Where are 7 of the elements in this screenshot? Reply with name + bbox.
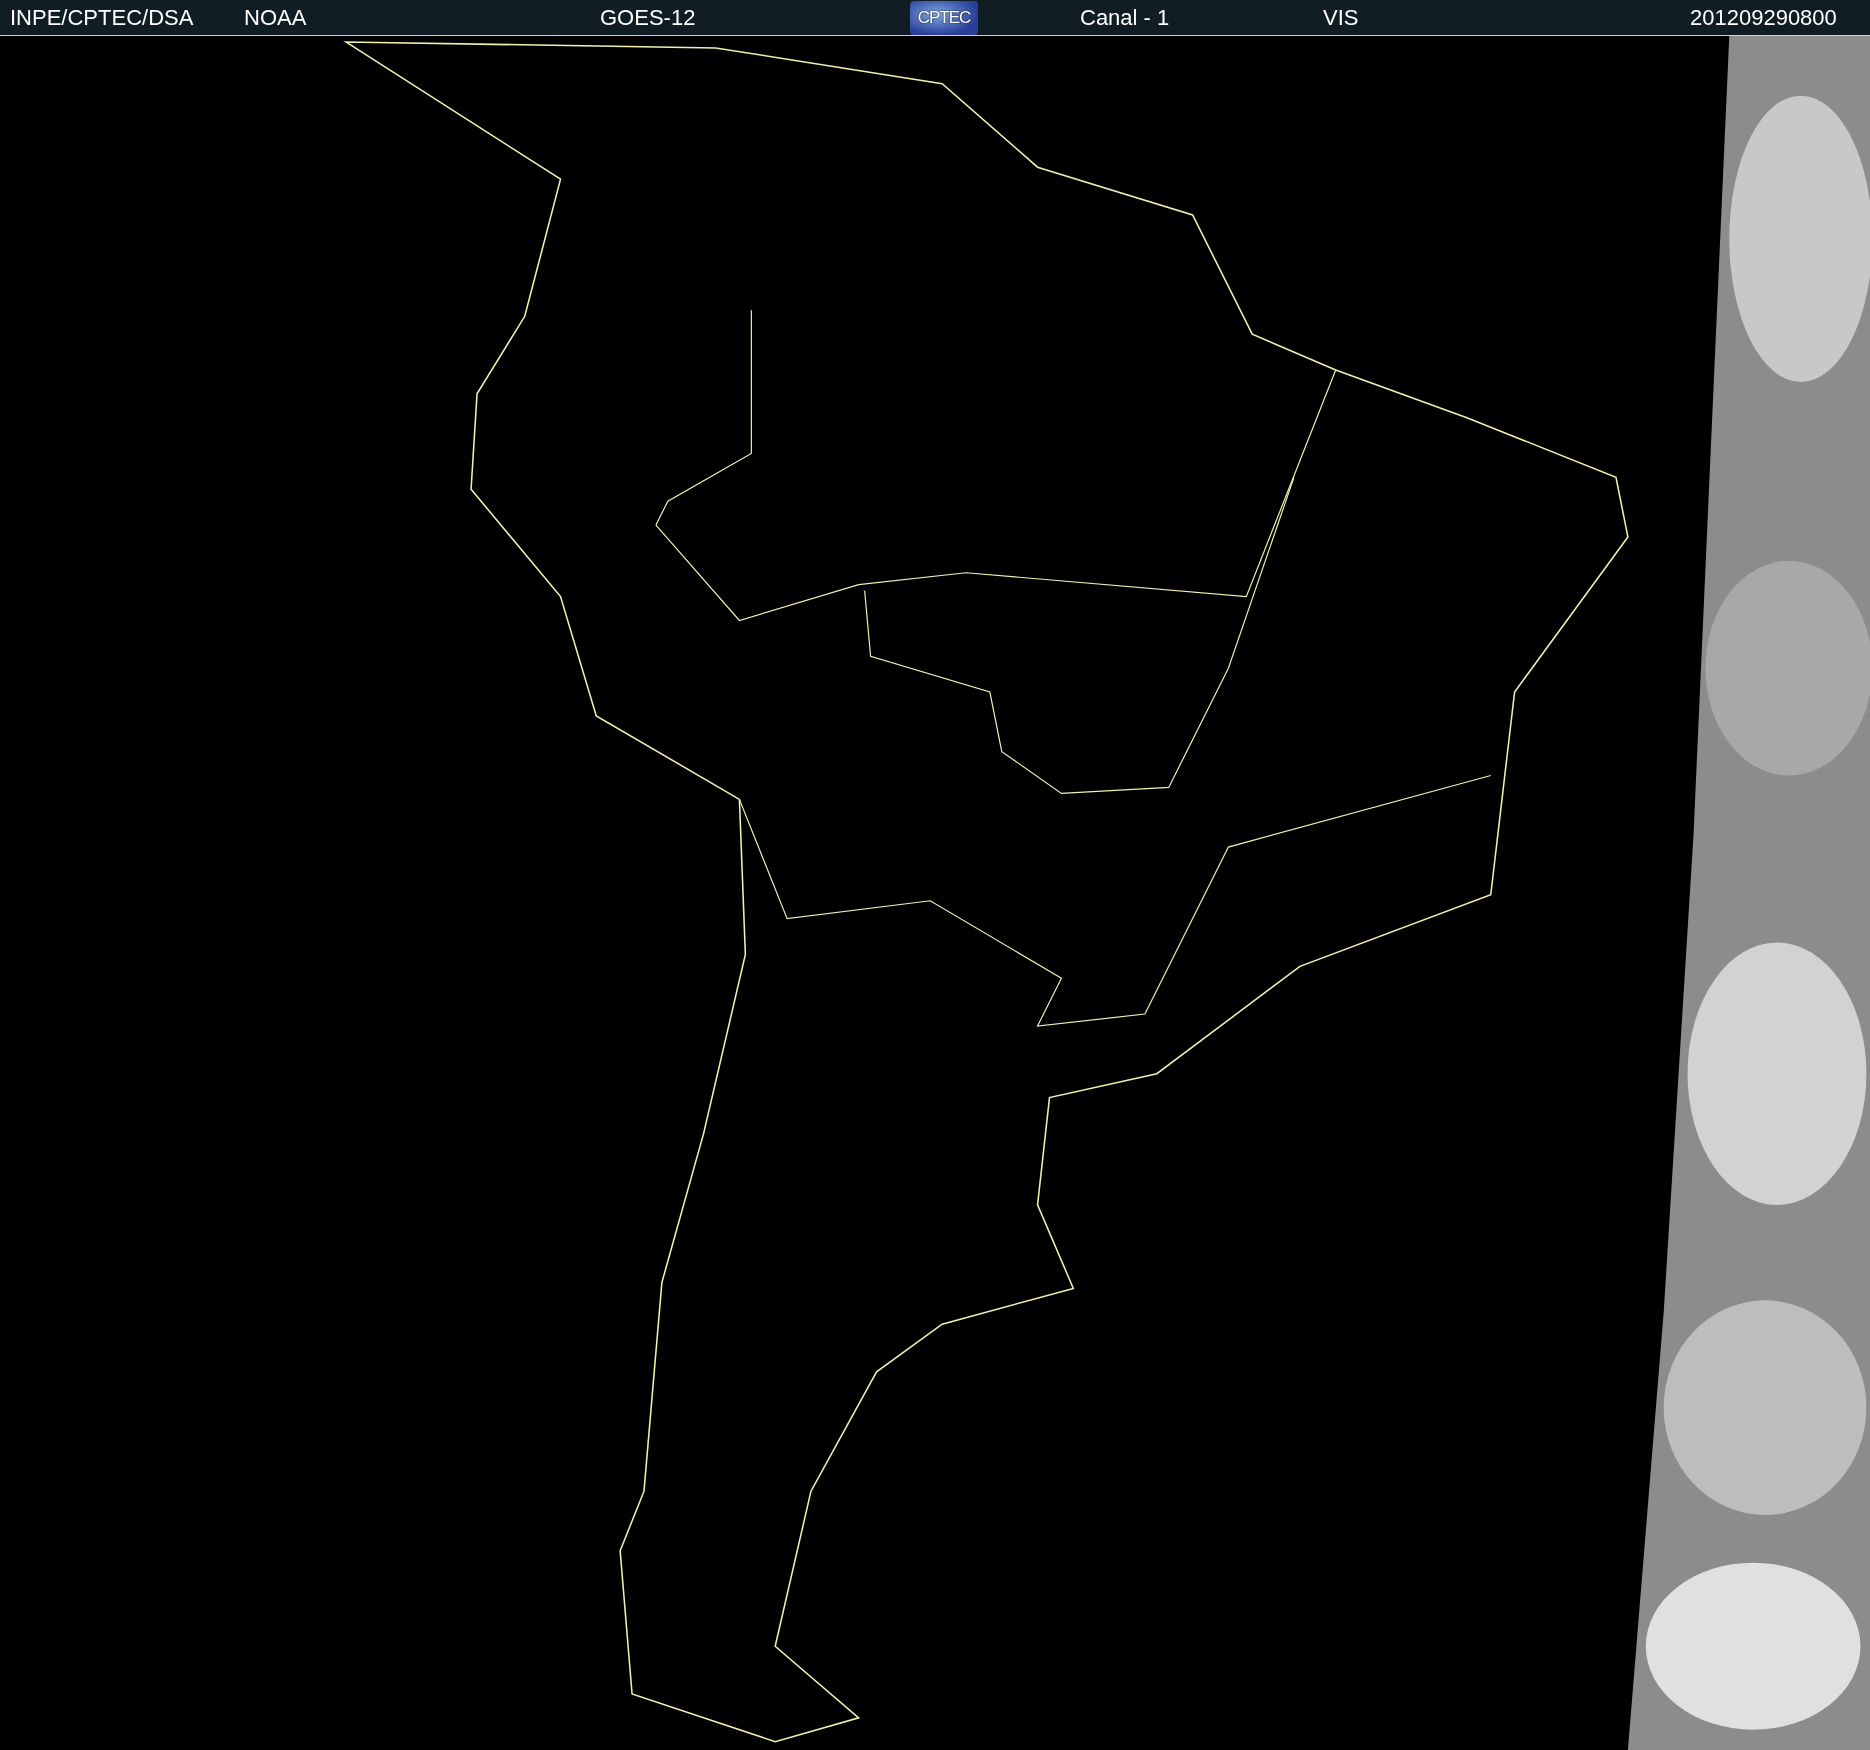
header-label: 201209290800 xyxy=(1690,4,1837,31)
header-label: INPE/CPTEC/DSA xyxy=(10,4,194,31)
header-label: GOES-12 xyxy=(600,4,696,31)
header-label: NOAA xyxy=(244,4,307,31)
header-label: Canal - 1 xyxy=(1080,4,1170,31)
header-label: VIS xyxy=(1323,4,1359,31)
logo: CPTEC xyxy=(910,0,978,35)
